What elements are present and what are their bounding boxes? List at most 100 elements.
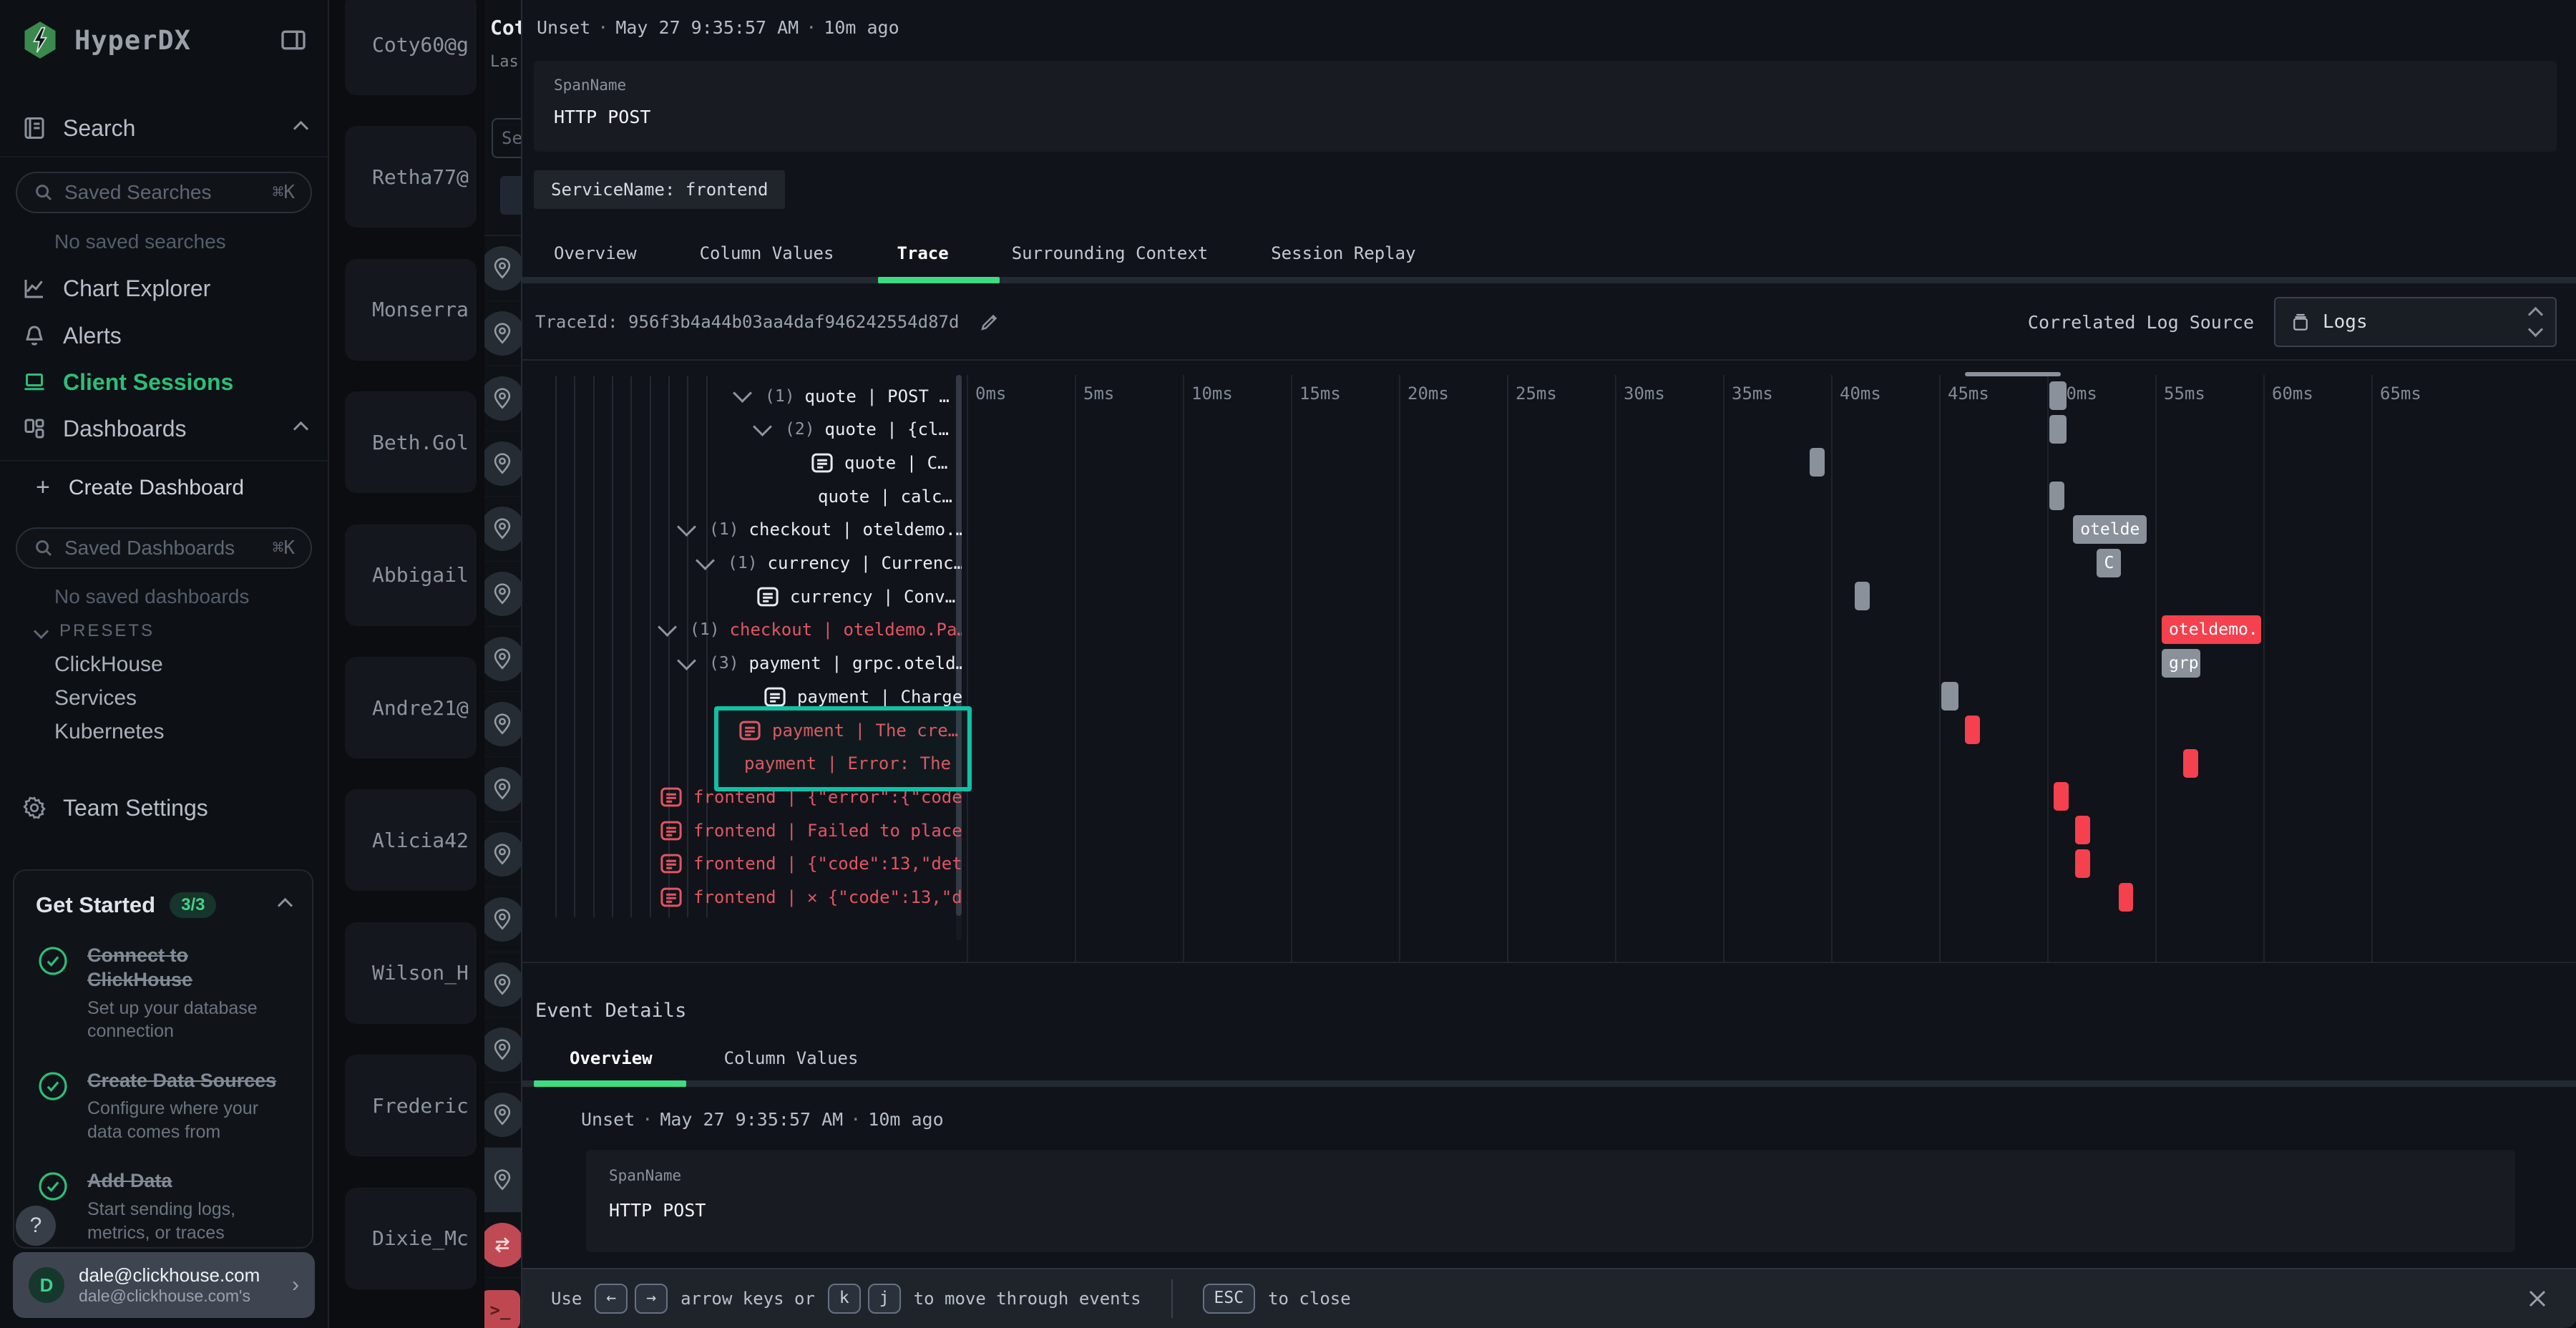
- presets-toggle[interactable]: PRESETS: [36, 621, 155, 641]
- span-duration-bar[interactable]: [2054, 782, 2069, 811]
- span-duration-bar[interactable]: [2049, 482, 2064, 510]
- session-event-row[interactable]: [484, 887, 521, 952]
- trace-tree-row[interactable]: quote | calc…: [522, 479, 962, 513]
- session-event-row[interactable]: [484, 236, 521, 301]
- span-duration-bar[interactable]: C: [2097, 549, 2120, 577]
- chevron-up-icon[interactable]: [296, 424, 306, 434]
- span-duration-bar[interactable]: [2119, 883, 2133, 912]
- span-duration-bar[interactable]: [2075, 849, 2090, 878]
- chevron-down-icon[interactable]: [733, 384, 752, 403]
- session-search-input[interactable]: Se: [492, 118, 521, 158]
- preset-kubernetes[interactable]: Kubernetes: [54, 720, 164, 744]
- session-event-row[interactable]: [484, 366, 521, 431]
- session-event-row[interactable]: [484, 952, 521, 1017]
- tab-session-replay[interactable]: Session Replay: [1239, 243, 1447, 263]
- timeline-scroll-indicator[interactable]: [1965, 372, 2061, 376]
- location-pin-icon: [484, 507, 521, 551]
- span-duration-bar[interactable]: [2183, 749, 2198, 778]
- session-list-item[interactable]: Abbigail: [345, 524, 477, 626]
- service-name-chip[interactable]: ServiceName: frontend: [534, 170, 785, 209]
- tab-column-values[interactable]: Column Values: [668, 243, 866, 263]
- session-event-row[interactable]: [484, 562, 521, 627]
- trace-tree-row[interactable]: (1)quote | POST …: [522, 379, 962, 413]
- chevron-up-icon[interactable]: [280, 900, 291, 911]
- chevron-up-icon[interactable]: [296, 123, 306, 134]
- span-duration-bar[interactable]: [1855, 582, 1870, 610]
- edit-pencil-icon[interactable]: [977, 310, 1002, 334]
- sidebar-item-alerts[interactable]: Alerts: [0, 313, 328, 358]
- session-list-item[interactable]: Wilson_H: [345, 922, 477, 1024]
- evd-tab-overview[interactable]: Overview: [534, 1048, 688, 1068]
- span-duration-bar[interactable]: [1810, 448, 1825, 477]
- create-dashboard-button[interactable]: + Create Dashboard: [36, 474, 244, 502]
- chevron-right-icon: ›: [292, 1273, 299, 1297]
- user-menu[interactable]: D dale@clickhouse.com dale@clickhouse.co…: [13, 1252, 315, 1318]
- tab-overview[interactable]: Overview: [522, 243, 668, 263]
- sidebar-item-chart-explorer[interactable]: Chart Explorer: [0, 266, 328, 311]
- session-event-row[interactable]: [484, 757, 521, 822]
- span-duration-bar[interactable]: [2075, 816, 2090, 844]
- session-event-row[interactable]: [484, 1148, 521, 1213]
- trace-tree-row[interactable]: (1)currency | Currenc…: [522, 547, 962, 580]
- get-started-item[interactable]: Connect to ClickHouseSet up your databas…: [36, 944, 291, 1043]
- sidebar-item-dashboards[interactable]: Dashboards: [0, 406, 328, 451]
- tab-surrounding-context[interactable]: Surrounding Context: [980, 243, 1240, 263]
- preset-clickhouse[interactable]: ClickHouse: [54, 653, 163, 677]
- session-event-row[interactable]: [484, 822, 521, 887]
- session-event-row[interactable]: >_: [484, 1278, 521, 1328]
- trace-tree-row[interactable]: frontend | ✕ {"code":13,"d…: [522, 881, 962, 914]
- trace-tree-row[interactable]: (3)payment | grpc.oteld…: [522, 647, 962, 680]
- span-duration-bar[interactable]: grp: [2162, 649, 2200, 678]
- log-source-select[interactable]: Logs: [2274, 297, 2557, 347]
- get-started-item[interactable]: Create Data SourcesConfigure where your …: [36, 1069, 291, 1144]
- session-event-row[interactable]: [484, 1213, 521, 1278]
- trace-tree-row[interactable]: (1)checkout | oteldemo.…: [522, 513, 962, 547]
- session-event-row[interactable]: [484, 1083, 521, 1148]
- session-list-item[interactable]: Alicia42: [345, 789, 477, 891]
- trace-tree-row[interactable]: (2)quote | {cl…: [522, 413, 962, 446]
- session-list-item[interactable]: Frederic: [345, 1055, 477, 1156]
- chevron-down-icon[interactable]: [677, 651, 696, 670]
- session-button[interactable]: [500, 176, 521, 215]
- evd-tab-column-values[interactable]: Column Values: [688, 1048, 894, 1068]
- session-list-item[interactable]: Dixie_Mc: [345, 1188, 477, 1289]
- sidebar-item-team-settings[interactable]: Team Settings: [0, 786, 328, 830]
- session-event-row[interactable]: [484, 692, 521, 757]
- get-started-item[interactable]: Add DataStart sending logs, metrics, or …: [36, 1169, 291, 1244]
- chevron-down-icon[interactable]: [753, 417, 772, 436]
- help-button[interactable]: ?: [16, 1206, 56, 1246]
- collapse-sidebar-icon[interactable]: [279, 26, 308, 54]
- session-event-row[interactable]: [484, 627, 521, 692]
- sidebar-item-client-sessions[interactable]: Client Sessions: [0, 360, 328, 404]
- session-event-row[interactable]: [484, 497, 521, 562]
- session-event-row[interactable]: [484, 1017, 521, 1083]
- saved-dashboards-input[interactable]: Saved Dashboards ⌘K: [16, 527, 312, 569]
- chevron-down-icon[interactable]: [658, 617, 677, 637]
- span-duration-bar[interactable]: [1941, 682, 1958, 711]
- span-duration-bar[interactable]: [1965, 716, 1980, 744]
- tab-trace[interactable]: Trace: [865, 243, 980, 263]
- trace-tree-row[interactable]: quote | C…: [522, 446, 962, 479]
- saved-searches-input[interactable]: Saved Searches ⌘K: [16, 172, 312, 213]
- close-icon[interactable]: [2523, 1284, 2552, 1313]
- trace-tree-row[interactable]: frontend | {"code":13,"det…: [522, 847, 962, 881]
- sidebar-item-search[interactable]: Search: [0, 106, 328, 150]
- session-event-row[interactable]: [484, 431, 521, 497]
- span-duration-bar[interactable]: otelde: [2073, 515, 2147, 544]
- span-duration-bar[interactable]: [2049, 415, 2067, 444]
- session-list-item[interactable]: Beth.Gol: [345, 391, 477, 493]
- span-duration-bar[interactable]: [2049, 381, 2067, 410]
- chevron-down-icon[interactable]: [677, 517, 696, 537]
- trace-tree-row[interactable]: currency | Conv…: [522, 580, 962, 613]
- session-event-row[interactable]: [484, 301, 521, 366]
- session-list-item[interactable]: Coty60@g: [345, 0, 477, 95]
- trace-tree-row[interactable]: (1)checkout | oteldemo.Pa…: [522, 613, 962, 647]
- preset-services[interactable]: Services: [54, 686, 137, 711]
- session-list-item[interactable]: Andre21@: [345, 657, 477, 758]
- session-list-item[interactable]: Retha77@: [345, 126, 477, 228]
- trace-tree-row[interactable]: frontend | Failed to place…: [522, 814, 962, 847]
- span-duration-bar[interactable]: oteldemo.: [2162, 615, 2261, 644]
- chevron-down-icon[interactable]: [696, 551, 715, 570]
- trace-id-row: TraceId: 956f3b4a44b03aa4daf946242554d87…: [522, 285, 2576, 361]
- session-list-item[interactable]: Monserra: [345, 259, 477, 361]
